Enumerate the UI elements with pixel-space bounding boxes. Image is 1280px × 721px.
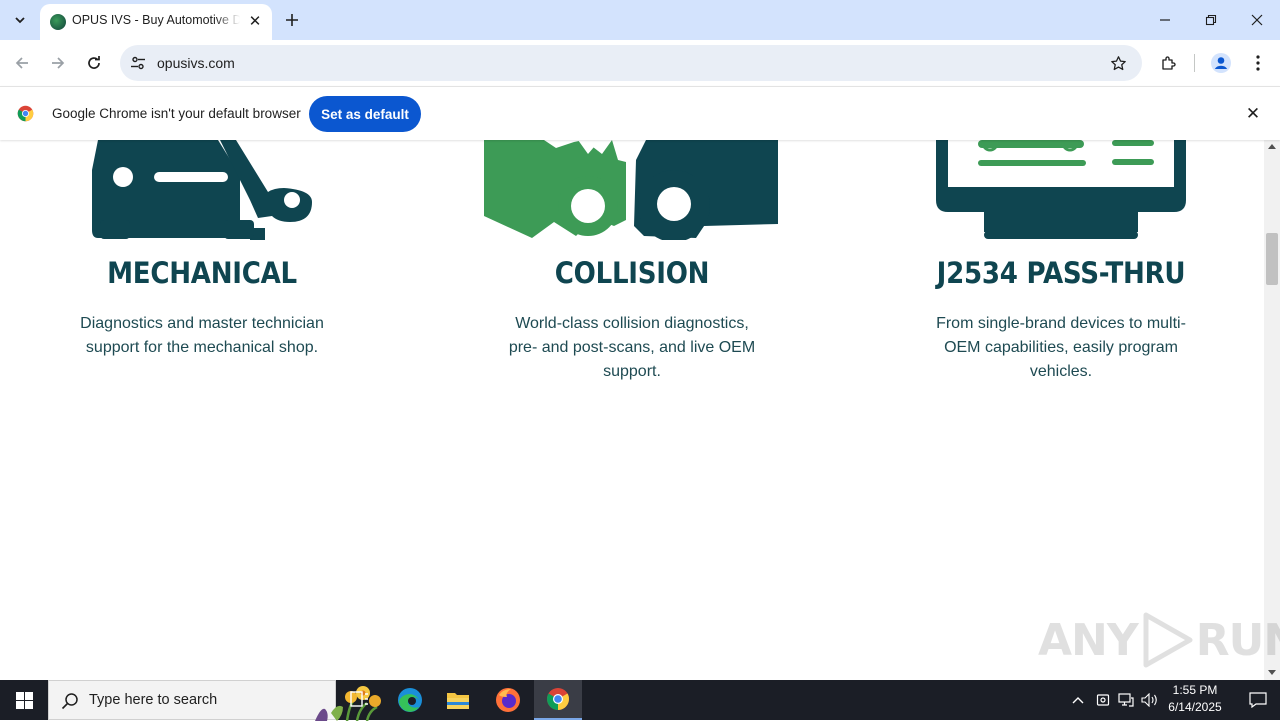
plus-icon <box>286 14 298 26</box>
web-page: MECHANICAL Diagnostics and master techni… <box>0 140 1264 680</box>
toolbar-divider <box>1194 54 1195 72</box>
arrow-left-icon <box>15 57 28 69</box>
close-icon <box>1251 14 1263 26</box>
scroll-up-arrow-icon[interactable] <box>1268 144 1276 149</box>
profile-avatar-icon <box>1211 53 1231 73</box>
card-desc-mechanical: Diagnostics and master technician suppor… <box>80 315 324 356</box>
minimize-button[interactable] <box>1142 0 1188 40</box>
site-info-icon[interactable] <box>128 53 148 73</box>
card-desc-j2534: From single-brand devices to multi-OEM c… <box>936 315 1186 380</box>
back-button[interactable] <box>8 49 36 77</box>
notification-icon <box>1249 692 1267 708</box>
browser-toolbar: opusivs.com <box>0 40 1280 86</box>
menu-button[interactable] <box>1244 49 1272 77</box>
restore-button[interactable] <box>1188 0 1234 40</box>
restore-icon <box>1205 14 1217 26</box>
tab-close-icon[interactable]: ✕ <box>246 12 264 30</box>
tab-strip: OPUS IVS - Buy Automotive Diagnostic Too… <box>0 0 1280 40</box>
card-title-collision: COLLISION <box>554 256 710 290</box>
start-button[interactable] <box>0 680 48 720</box>
arrow-right-icon <box>52 57 65 69</box>
speaker-icon <box>1141 693 1157 707</box>
clock-time: 1:55 PM <box>1172 683 1218 697</box>
bookmark-star-icon[interactable] <box>1108 53 1128 73</box>
volume-tray-button[interactable] <box>1140 690 1160 710</box>
edge-taskbar-button[interactable] <box>386 680 434 720</box>
car-wrench-icon <box>92 140 312 240</box>
edge-icon <box>398 688 422 712</box>
set-as-default-button[interactable]: Set as default <box>309 96 421 132</box>
tab-title: OPUS IVS - Buy Automotive Diagnostic Too… <box>72 13 240 27</box>
forward-button[interactable] <box>44 49 72 77</box>
url-text[interactable]: opusivs.com <box>157 55 235 71</box>
infobar-close-icon[interactable]: ✕ <box>1243 104 1263 124</box>
new-tab-button[interactable] <box>280 8 304 32</box>
chevron-up-icon <box>1072 697 1084 704</box>
chrome-icon <box>547 688 569 710</box>
card-title-mechanical: MECHANICAL <box>107 256 297 290</box>
close-window-button[interactable] <box>1234 0 1280 40</box>
clock-date: 6/14/2025 <box>1168 700 1222 714</box>
anyrun-watermark: ANY RUN <box>1038 610 1280 670</box>
profile-button[interactable] <box>1207 49 1235 77</box>
device-icon <box>1096 694 1110 706</box>
scrollbar-thumb[interactable] <box>1266 233 1278 285</box>
search-icon <box>61 693 78 710</box>
windows-logo-icon <box>15 691 33 709</box>
card-desc-collision: World-class collision diagnostics, pre- … <box>508 315 756 380</box>
notification-center-button[interactable] <box>1236 680 1280 720</box>
browser-tab[interactable]: OPUS IVS - Buy Automotive Diagnostic Too… <box>40 4 272 40</box>
file-explorer-icon <box>447 693 469 709</box>
taskbar-search-box[interactable]: Type here to search <box>48 680 381 721</box>
tab-search-button[interactable] <box>6 7 34 33</box>
chevron-down-icon <box>15 17 25 24</box>
reload-button[interactable] <box>80 49 108 77</box>
task-view-button[interactable] <box>336 680 384 720</box>
default-browser-infobar: Google Chrome isn't your default browser… <box>0 86 1280 140</box>
car-collision-icon <box>484 140 778 240</box>
extensions-button[interactable] <box>1155 49 1183 77</box>
file-explorer-taskbar-button[interactable] <box>434 680 482 720</box>
puzzle-piece-icon <box>1162 56 1176 70</box>
opus-ivs-favicon-icon <box>50 14 66 30</box>
task-view-icon <box>350 691 368 707</box>
taskbar-search-placeholder: Type here to search <box>89 692 218 708</box>
network-tray-button[interactable] <box>1116 690 1136 710</box>
network-icon <box>1118 693 1134 707</box>
taskbar-clock[interactable]: 1:55 PM 6/14/2025 <box>1162 682 1228 716</box>
page-scrollbar[interactable] <box>1264 140 1280 680</box>
windows-taskbar: Type here to search 1:55 PM 6/14/2025 <box>0 680 1280 721</box>
firefox-taskbar-button[interactable] <box>484 680 532 720</box>
firefox-icon <box>496 688 520 712</box>
minimize-icon <box>1160 19 1170 21</box>
monitor-icon <box>936 140 1186 239</box>
card-title-j2534: J2534 PASS-THRU <box>936 256 1186 290</box>
watermark-text-right: RUN <box>1195 614 1280 666</box>
play-triangle-icon <box>1143 612 1193 668</box>
chrome-taskbar-button[interactable] <box>534 680 582 720</box>
meet-now-tray-button[interactable] <box>1093 690 1113 710</box>
kebab-menu-icon <box>1256 55 1260 71</box>
reload-icon <box>88 56 100 69</box>
scroll-down-arrow-icon[interactable] <box>1268 670 1276 675</box>
infobar-message: Google Chrome isn't your default browser <box>52 106 301 121</box>
address-bar[interactable]: opusivs.com <box>120 45 1142 81</box>
show-hidden-icons-button[interactable] <box>1068 690 1088 710</box>
watermark-text-left: ANY <box>1038 614 1139 666</box>
chrome-logo-icon <box>17 105 34 122</box>
